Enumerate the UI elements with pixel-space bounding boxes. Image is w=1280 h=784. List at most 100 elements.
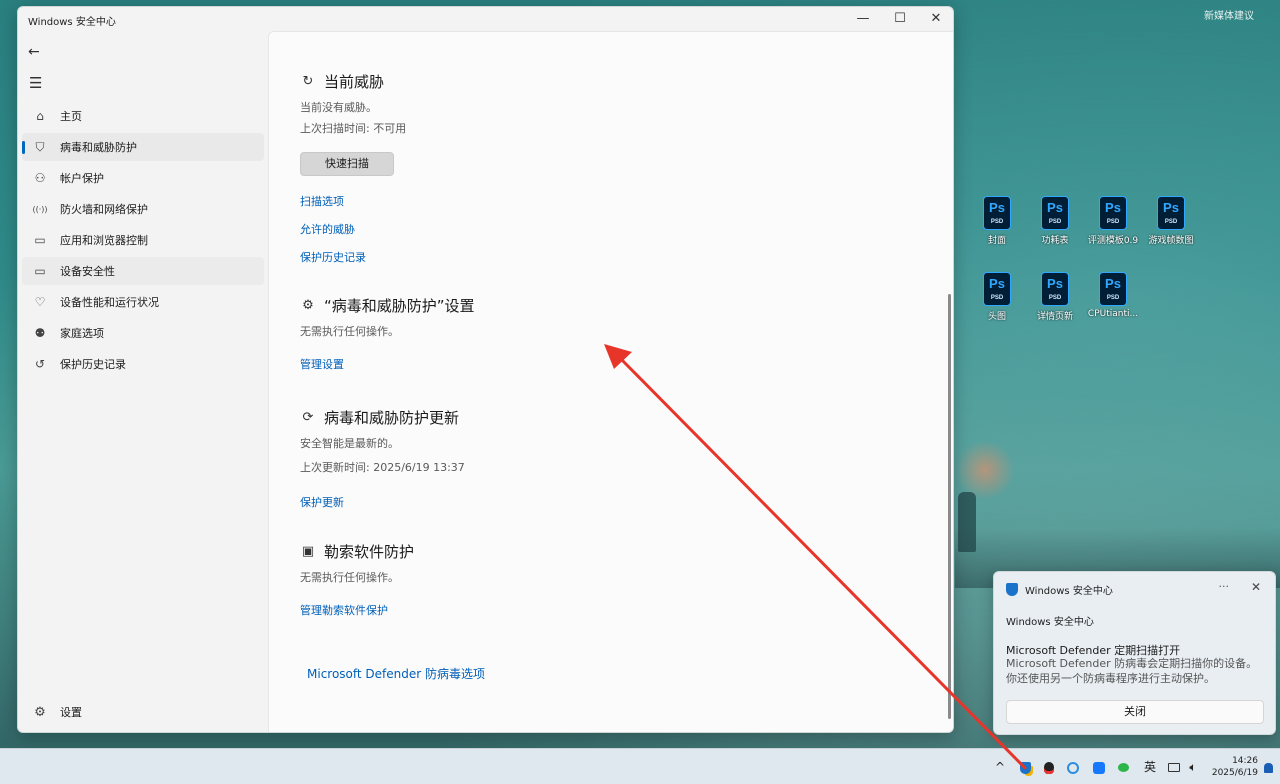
wechat-tray-icon[interactable] (1114, 749, 1132, 784)
photoshop-icon: Ps PSD (1099, 196, 1127, 230)
minimize-button[interactable]: — (846, 9, 880, 29)
photoshop-icon: Ps PSD (1157, 196, 1185, 230)
desktop-icon-cpu[interactable]: Ps PSD CPUtianti... (1083, 272, 1143, 319)
ransomware-folder-icon: ▣ (301, 543, 315, 559)
browser-window-icon: ▭ (34, 233, 46, 247)
cloud-sync-tray-icon[interactable] (1064, 749, 1082, 784)
ransomware-section: ▣ 勒索软件防护 无需执行任何操作。 管理勒索软件保护 (300, 541, 414, 618)
hamburger-menu-icon[interactable]: ☰ (29, 74, 42, 92)
sidebar-item-label: 防火墙和网络保护 (60, 203, 148, 216)
last-scan-time: 上次扫描时间: 不可用 (300, 122, 407, 135)
section-title: 病毒和威胁防护更新 (324, 409, 460, 427)
network-icon[interactable] (1166, 749, 1182, 784)
app-tray-icon[interactable] (1090, 749, 1108, 784)
shield-icon (1006, 583, 1018, 596)
sidebar-item-app-browser[interactable]: ▭ 应用和浏览器控制 (22, 226, 264, 254)
sidebar-item-label: 应用和浏览器控制 (60, 234, 148, 247)
section-title: “病毒和威胁防护”设置 (324, 297, 475, 315)
laptop-icon: ▭ (34, 264, 46, 278)
sidebar-item-device-security[interactable]: ▭ 设备安全性 (22, 257, 264, 285)
sidebar-item-settings[interactable]: ⚙ 设置 (22, 698, 82, 726)
notification-bell-icon[interactable] (1260, 749, 1276, 784)
last-update-time: 上次更新时间: 2025/6/19 13:37 (300, 461, 465, 474)
quick-scan-button[interactable]: 快速扫描 (300, 152, 394, 176)
home-icon: ⌂ (36, 109, 44, 123)
maximize-button[interactable]: ☐ (883, 9, 917, 29)
section-title: 当前威胁 (324, 73, 385, 91)
qq-tray-icon[interactable] (1040, 749, 1058, 784)
updates-section: ⟳ 病毒和威胁防护更新 安全智能是最新的。 上次更新时间: 2025/6/19 … (300, 407, 465, 510)
desktop-icon-template[interactable]: Ps PSD 评测模板0.9 (1083, 196, 1143, 246)
update-status: 安全智能是最新的。 (300, 437, 399, 450)
desktop-icon-cover[interactable]: Ps PSD 封面 (967, 196, 1027, 246)
settings-status: 无需执行任何操作。 (300, 325, 399, 338)
threat-status: 当前没有威胁。 (300, 101, 377, 114)
photoshop-icon: Ps PSD (1041, 196, 1069, 230)
clock-time: 14:26 (1232, 756, 1258, 766)
security-shield-tray-icon[interactable] (1016, 749, 1034, 784)
sidebar-item-label: 家庭选项 (60, 327, 104, 340)
sidebar-item-label: 设备性能和运行状况 (60, 296, 159, 309)
sidebar-item-label: 主页 (60, 110, 82, 123)
security-window: Windows 安全中心 — ☐ ✕ ← ☰ ⌂ 主页 ⛉ 病毒和威胁防护 ⚇ … (17, 6, 954, 733)
wifi-signal-icon: ((·)) (32, 204, 48, 214)
section-title: 勒索软件防护 (324, 543, 415, 561)
photoshop-icon: Ps PSD (983, 196, 1011, 230)
sidebar-nav: ⌂ 主页 ⛉ 病毒和威胁防护 ⚇ 帐户保护 ((·)) 防火墙和网络保护 ▭ 应… (18, 99, 268, 378)
manage-ransomware-link[interactable]: 管理勒索软件保护 (300, 602, 414, 618)
toast-source: Windows 安全中心 (1006, 617, 1094, 628)
photoshop-icon: Ps PSD (1041, 272, 1069, 306)
desktop-icon-label: 游戏帧数图 (1148, 236, 1194, 246)
notification-toast[interactable]: Windows 安全中心 ··· ✕ Windows 安全中心 Microsof… (993, 571, 1276, 735)
sidebar-item-label: 病毒和威胁防护 (60, 141, 137, 154)
ransomware-status: 无需执行任何操作。 (300, 571, 399, 584)
desktop-icon-fps[interactable]: Ps PSD 游戏帧数图 (1141, 196, 1201, 246)
allowed-threats-link[interactable]: 允许的威胁 (300, 221, 406, 237)
sidebar-item-device-health[interactable]: ♡ 设备性能和运行状况 (22, 288, 264, 316)
main-content: ↻ 当前威胁 当前没有威胁。 上次扫描时间: 不可用 快速扫描 扫描选项 允许的… (268, 31, 953, 732)
sidebar-item-home[interactable]: ⌂ 主页 (22, 102, 264, 130)
scan-options-link[interactable]: 扫描选项 (300, 193, 406, 209)
defender-options-link[interactable]: Microsoft Defender 防病毒选项 (307, 665, 485, 682)
back-arrow-icon[interactable]: ← (28, 44, 40, 60)
taskbar: ^ 英 🔈︎ 14:26 2025/6/19 (0, 748, 1280, 784)
toast-app-name: Windows 安全中心 (1025, 586, 1113, 597)
show-hidden-icons-chevron[interactable]: ^ (992, 749, 1008, 784)
ime-indicator[interactable]: 英 (1140, 749, 1160, 784)
more-options-icon[interactable]: ··· (1219, 580, 1230, 593)
sidebar-item-family[interactable]: ⚉ 家庭选项 (22, 319, 264, 347)
toast-close-button[interactable]: 关闭 (1006, 700, 1264, 724)
protection-settings-section: ⚙ “病毒和威胁防护”设置 无需执行任何操作。 管理设置 (300, 295, 475, 372)
sidebar-item-account-protection[interactable]: ⚇ 帐户保护 (22, 164, 264, 192)
title-bar[interactable]: Windows 安全中心 — ☐ ✕ (18, 7, 953, 31)
current-threats-section: ↻ 当前威胁 当前没有威胁。 上次扫描时间: 不可用 快速扫描 扫描选项 允许的… (300, 71, 406, 265)
clock-date: 2025/6/19 (1211, 768, 1258, 778)
sidebar-item-virus-protection[interactable]: ⛉ 病毒和威胁防护 (22, 133, 264, 161)
clock[interactable]: 14:26 2025/6/19 (1210, 755, 1258, 779)
person-icon: ⚇ (34, 171, 46, 185)
update-refresh-icon: ⟳ (302, 409, 314, 425)
history-icon: ↺ (34, 357, 46, 371)
close-button[interactable]: ✕ (919, 9, 953, 29)
sidebar-item-firewall[interactable]: ((·)) 防火墙和网络保护 (22, 195, 264, 223)
desktop-icon-label: 头图 (987, 312, 1006, 322)
desktop-icon-detail[interactable]: Ps PSD 详情页新 (1025, 272, 1085, 322)
volume-icon[interactable]: 🔈︎ (1184, 749, 1202, 784)
sidebar-item-label: 设置 (60, 706, 82, 719)
protection-updates-link[interactable]: 保护更新 (300, 494, 465, 510)
photoshop-icon: Ps PSD (1099, 272, 1127, 306)
sidebar-item-history[interactable]: ↺ 保护历史记录 (22, 350, 264, 378)
refresh-clock-icon: ↻ (302, 73, 314, 89)
desktop-icon-power[interactable]: Ps PSD 功耗表 (1025, 196, 1085, 246)
protection-history-link[interactable]: 保护历史记录 (300, 249, 406, 265)
desktop-icon-header[interactable]: Ps PSD 头图 (967, 272, 1027, 322)
window-title: Windows 安全中心 (28, 17, 116, 28)
sidebar-item-label: 设备安全性 (60, 265, 115, 278)
toast-body: Microsoft Defender 防病毒会定期扫描你的设备。你还使用另一个防… (1006, 657, 1258, 685)
desktop-icon-label: 评测模板0.9 (1087, 236, 1139, 246)
close-icon[interactable]: ✕ (1251, 580, 1261, 594)
sidebar-item-label: 保护历史记录 (60, 358, 126, 371)
scrollbar[interactable] (948, 294, 951, 719)
manage-settings-link[interactable]: 管理设置 (300, 356, 475, 372)
desktop-icon-label: CPUtianti... (1087, 309, 1139, 319)
